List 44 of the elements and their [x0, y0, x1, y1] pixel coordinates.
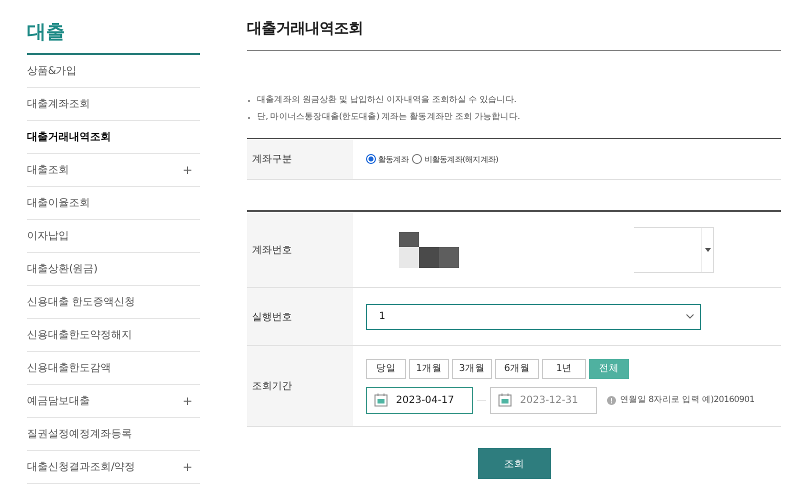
period-button[interactable]: 1년 — [542, 358, 586, 378]
radio-button[interactable] — [412, 154, 422, 164]
note-text: 대출계좌의 원금상환 및 납입하신 이자내역을 조회하실 수 있습니다. — [247, 92, 781, 109]
radio-option[interactable]: 비활동계좌(해지계좌) — [412, 154, 498, 164]
date-field[interactable]: 2023-12-31 — [490, 386, 597, 414]
period-button[interactable]: 6개월 — [495, 358, 540, 378]
sidebar-title: 대출 — [27, 0, 200, 55]
date-format-hint: 연월일 8자리로 입력 예)20160901 — [620, 394, 754, 406]
caret-icon — [704, 248, 710, 252]
calendar-icon — [498, 393, 512, 407]
sidebar-item[interactable]: 대출상환(원금) — [27, 253, 200, 286]
page-title: 대출거래내역조회 — [247, 0, 781, 51]
sidebar-item[interactable]: 예금담보대출 + — [27, 385, 200, 418]
date-field[interactable]: 2023-04-17 — [366, 386, 473, 414]
search-button[interactable]: 조회 — [478, 448, 550, 479]
field-label: 실행번호 — [247, 288, 353, 345]
expand-toggle[interactable]: + — [182, 460, 200, 474]
sidebar-item[interactable]: 이자납입 — [27, 220, 200, 253]
chevron-down-icon — [686, 314, 694, 319]
period-button[interactable]: 3개월 — [452, 358, 492, 378]
sidebar-item[interactable]: 신용대출한도약정해지 — [27, 319, 200, 352]
sidebar-item[interactable]: 대출이율조회 — [27, 187, 200, 220]
info-icon — [607, 396, 616, 404]
expand-toggle[interactable]: + — [182, 394, 200, 408]
radio-option[interactable]: 활동계좌 — [366, 154, 408, 164]
sidebar-item[interactable]: 신용대출 한도증액신청 — [27, 286, 200, 319]
sidebar-item[interactable]: 상품&가입 — [27, 55, 200, 88]
field-label: 조회기간 — [247, 346, 353, 426]
sidebar-item[interactable]: 대출조회 + — [27, 154, 200, 187]
note-text: 단, 마이너스통장대출(한도대출) 계좌는 활동계좌만 조회 가능합니다. — [247, 109, 781, 126]
pixelated-account-drawing — [399, 232, 459, 268]
field-label: 계좌번호 — [247, 212, 353, 287]
expand-toggle[interactable]: + — [182, 163, 200, 177]
radio-button[interactable] — [366, 154, 376, 164]
sidebar-item[interactable]: 대출거래내역조회 — [27, 121, 200, 154]
sidebar-item[interactable]: 질권설정예정계좌등록 — [27, 418, 200, 451]
period-button[interactable]: 1개월 — [409, 358, 450, 378]
period-button[interactable]: 당일 — [366, 358, 406, 378]
field-label: 계좌구분 — [247, 139, 353, 179]
sidebar-item[interactable]: 신용대출한도감액 — [27, 352, 200, 385]
calendar-icon — [374, 393, 388, 407]
sidebar-item[interactable]: 대출계좌조회 — [27, 88, 200, 121]
execution-number-select[interactable]: 1 — [366, 304, 701, 330]
sidebar-item[interactable]: 대출신청결과조회/약정 + — [27, 451, 200, 484]
